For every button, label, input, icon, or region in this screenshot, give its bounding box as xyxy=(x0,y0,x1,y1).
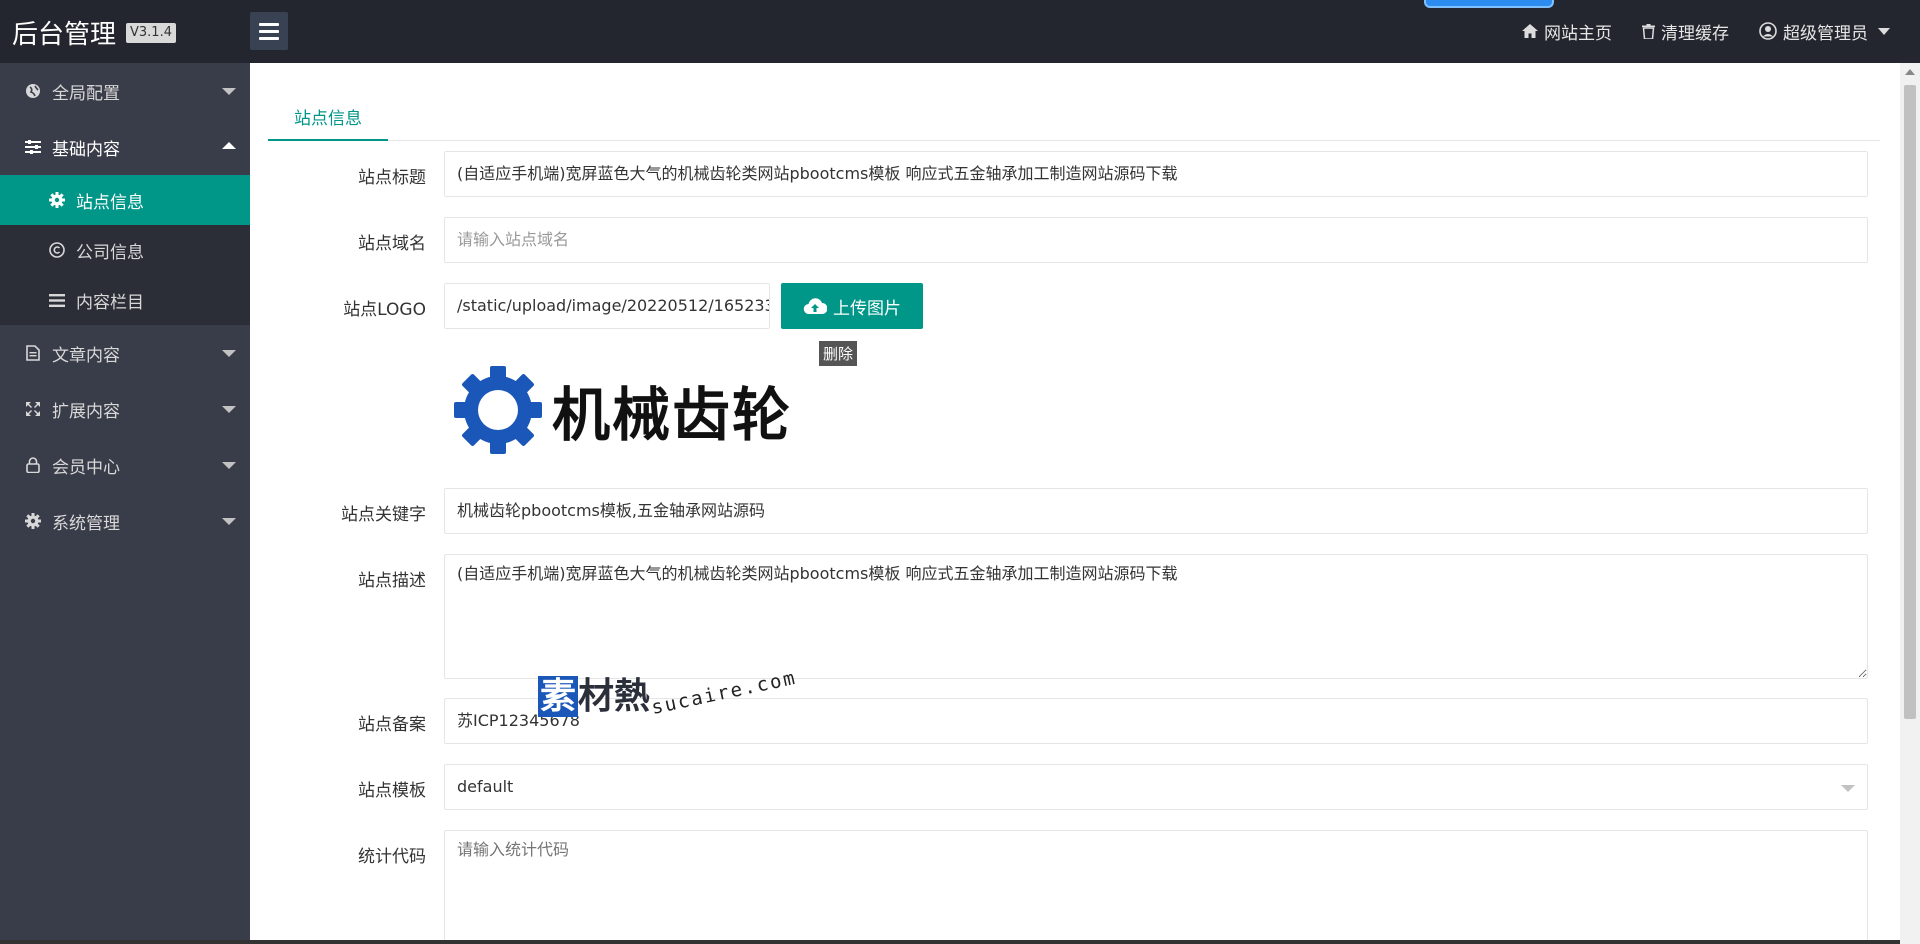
lock-icon xyxy=(24,457,42,473)
sidebar-item-article-content[interactable]: 文章内容 xyxy=(0,325,250,381)
hamburger-icon xyxy=(259,22,279,26)
sidebar-item-member-center[interactable]: 会员中心 xyxy=(0,437,250,493)
bottom-bar xyxy=(0,940,1900,944)
clear-cache-label: 清理缓存 xyxy=(1661,23,1729,44)
sidebar-item-company-info[interactable]: 公司信息 xyxy=(0,225,250,275)
submenu-basic-content: 站点信息 公司信息 内容栏目 xyxy=(0,175,250,325)
gear-icon xyxy=(24,513,42,529)
template-value: default xyxy=(457,777,514,796)
template-label: 站点模板 xyxy=(358,781,426,801)
chevron-down-icon xyxy=(1878,27,1890,35)
user-menu[interactable]: 超级管理员 xyxy=(1759,19,1890,44)
keywords-label: 站点关键字 xyxy=(341,505,426,525)
site-home-link[interactable]: 网站主页 xyxy=(1522,19,1612,44)
logo-label: 站点LOGO xyxy=(343,300,426,320)
sidebar-item-label: 基础内容 xyxy=(52,139,120,160)
home-icon xyxy=(1522,24,1538,38)
copyright-icon xyxy=(48,242,66,258)
site-logo-path-input[interactable]: /static/upload/image/20220512/1652330 xyxy=(444,283,770,329)
chevron-up-icon xyxy=(222,142,236,149)
sidebar-item-label: 全局配置 xyxy=(52,83,120,104)
sidebar: 全局配置 基础内容 站点信息 公司信息 内容栏目 文章内容 扩展内容 会员中心 … xyxy=(0,63,250,944)
site-title-input[interactable]: (自适应手机端)宽屏蓝色大气的机械齿轮类网站pbootcms模板 响应式五金轴承… xyxy=(444,151,1868,197)
user-circle-icon xyxy=(1759,22,1777,40)
site-keywords-input[interactable]: 机械齿轮pbootcms模板,五金轴承网站源码 xyxy=(444,488,1868,534)
chevron-down-icon xyxy=(222,518,236,525)
upload-image-label: 上传图片 xyxy=(833,298,901,319)
gear-icon xyxy=(48,192,66,208)
menu-toggle-button[interactable] xyxy=(250,12,288,50)
file-icon xyxy=(24,345,42,361)
cloud-upload-icon xyxy=(803,298,827,315)
sidebar-item-label: 会员中心 xyxy=(52,457,120,478)
sidebar-item-label: 系统管理 xyxy=(52,513,120,534)
trash-icon xyxy=(1642,23,1655,39)
site-icp-input[interactable]: 苏ICP12345678 xyxy=(444,698,1868,744)
top-nav: 网站主页 清理缓存 超级管理员 xyxy=(1522,0,1890,62)
globe-icon xyxy=(24,83,42,99)
site-domain-input[interactable]: 请输入站点域名 xyxy=(444,217,1868,263)
site-template-select[interactable]: default xyxy=(444,764,1868,810)
chevron-down-icon xyxy=(1841,785,1855,792)
top-header: 后台管理 V3.1.4 网站主页 清理缓存 超级管理员 xyxy=(0,0,1920,63)
chevron-down-icon xyxy=(222,406,236,413)
sidebar-item-label: 文章内容 xyxy=(52,345,120,366)
user-label: 超级管理员 xyxy=(1783,23,1868,44)
delete-logo-button[interactable]: 删除 xyxy=(819,341,858,366)
scroll-up-icon xyxy=(1905,69,1915,75)
upload-image-button[interactable]: 上传图片 xyxy=(781,283,923,329)
site-description-textarea[interactable]: (自适应手机端)宽屏蓝色大气的机械齿轮类网站pbootcms模板 响应式五金轴承… xyxy=(444,554,1868,679)
main-content: 站点信息 站点标题 (自适应手机端)宽屏蓝色大气的机械齿轮类网站pbootcms… xyxy=(250,63,1900,944)
scrollbar-thumb[interactable] xyxy=(1904,85,1916,719)
logo-text: 机械齿轮 xyxy=(552,381,793,449)
description-label: 站点描述 xyxy=(358,571,426,591)
site-home-label: 网站主页 xyxy=(1544,23,1612,44)
icp-label: 站点备案 xyxy=(358,715,426,735)
title-label: 站点标题 xyxy=(358,168,426,188)
domain-label: 站点域名 xyxy=(358,234,426,254)
sidebar-item-system-management[interactable]: 系统管理 xyxy=(0,493,250,549)
app-logo: 后台管理 V3.1.4 xyxy=(12,14,176,51)
list-icon xyxy=(48,293,66,307)
chevron-down-icon xyxy=(222,350,236,357)
sidebar-item-site-info[interactable]: 站点信息 xyxy=(0,175,250,225)
stats-label: 统计代码 xyxy=(358,847,426,867)
sidebar-item-label: 内容栏目 xyxy=(76,292,144,313)
vertical-scrollbar[interactable] xyxy=(1900,63,1920,944)
sidebar-item-label: 站点信息 xyxy=(76,192,144,213)
expand-icon xyxy=(24,401,42,417)
version-badge: V3.1.4 xyxy=(126,22,176,43)
sidebar-item-global-config[interactable]: 全局配置 xyxy=(0,63,250,119)
logo-preview-image: 机械齿轮 xyxy=(452,355,792,465)
chevron-down-icon xyxy=(222,88,236,95)
stats-code-textarea[interactable] xyxy=(444,830,1868,944)
gear-logo-icon xyxy=(454,366,542,454)
chevron-down-icon xyxy=(222,462,236,469)
tab-bar: 站点信息 xyxy=(268,91,1880,141)
sidebar-item-label: 扩展内容 xyxy=(52,401,120,422)
sidebar-item-content-columns[interactable]: 内容栏目 xyxy=(0,275,250,325)
clear-cache-link[interactable]: 清理缓存 xyxy=(1642,19,1729,44)
app-title: 后台管理 xyxy=(12,20,117,50)
sidebar-item-extended-content[interactable]: 扩展内容 xyxy=(0,381,250,437)
sidebar-item-basic-content[interactable]: 基础内容 xyxy=(0,119,250,175)
tab-site-info[interactable]: 站点信息 xyxy=(268,91,388,141)
sidebar-item-label: 公司信息 xyxy=(76,242,144,263)
sliders-icon xyxy=(24,140,42,154)
